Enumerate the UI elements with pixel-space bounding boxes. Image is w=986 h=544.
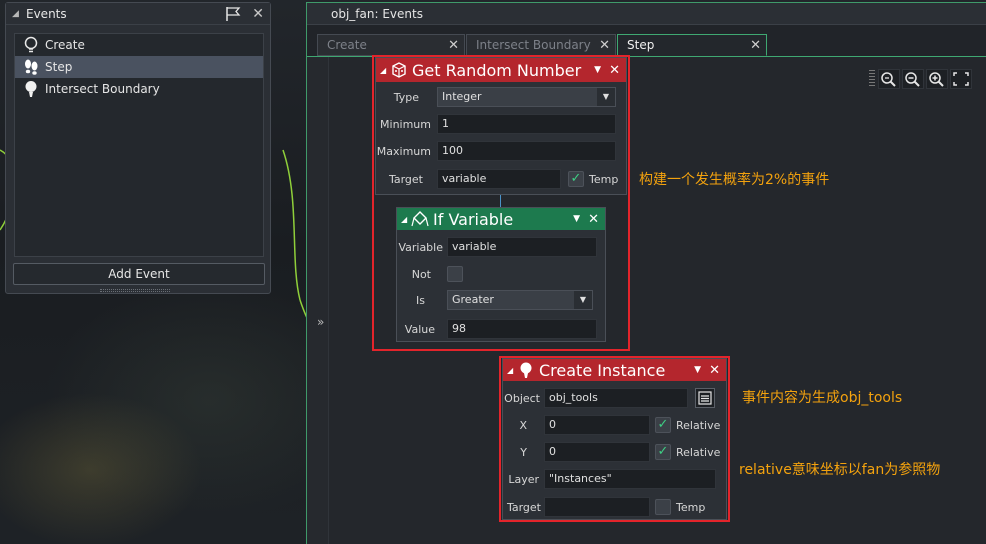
close-icon[interactable]: ✕ [750, 38, 761, 53]
event-item-label: Create [45, 38, 85, 52]
zoom-in-icon[interactable] [926, 69, 948, 89]
tab-step[interactable]: Step ✕ [617, 34, 767, 56]
toolbox-strip[interactable]: » [307, 57, 329, 544]
fit-screen-icon[interactable] [950, 69, 972, 89]
lightbulb-icon [24, 36, 38, 53]
close-icon[interactable]: ✕ [448, 38, 459, 53]
event-item-label: Intersect Boundary [45, 82, 160, 96]
annotation-relative: relative意味坐标以fan为参照物 [739, 462, 941, 478]
event-item-intersect-boundary[interactable]: Intersect Boundary [15, 78, 263, 100]
tab-create[interactable]: Create ✕ [317, 34, 465, 56]
flag-icon[interactable] [224, 6, 242, 22]
zoom-toolbar [869, 69, 974, 89]
close-icon[interactable]: ✕ [252, 6, 264, 22]
add-event-button[interactable]: Add Event [13, 263, 265, 285]
highlight-box-random [372, 55, 630, 351]
event-list: Create Step Intersect Boundary [14, 33, 264, 257]
zoom-reset-icon[interactable] [878, 69, 900, 89]
events-panel-header: ◢ Events ✕ [6, 3, 270, 25]
tab-label: Intersect Boundary [476, 38, 591, 52]
events-panel: ◢ Events ✕ Create Step Intersect Boundar… [5, 2, 271, 294]
annotation-probability: 构建一个发生概率为2%的事件 [639, 172, 830, 188]
bulb-pin-icon [25, 81, 37, 97]
expand-icon[interactable]: » [317, 315, 324, 329]
tab-label: Step [627, 38, 655, 52]
events-panel-title: Events [26, 6, 67, 21]
event-item-step[interactable]: Step [15, 56, 263, 78]
event-tabbar: Create ✕ Intersect Boundary ✕ Step ✕ [317, 34, 768, 56]
editor-title: obj_fan: Events [307, 3, 986, 25]
collapse-icon[interactable]: ◢ [12, 9, 26, 19]
close-icon[interactable]: ✕ [599, 38, 610, 53]
zoom-out-icon[interactable] [902, 69, 924, 89]
highlight-box-create [499, 356, 730, 522]
resize-grip[interactable] [100, 289, 170, 292]
tab-intersect-boundary[interactable]: Intersect Boundary ✕ [466, 34, 616, 56]
event-item-label: Step [45, 60, 73, 74]
event-item-create[interactable]: Create [15, 34, 263, 56]
footsteps-icon [25, 59, 38, 75]
tab-label: Create [327, 38, 367, 52]
drag-handle[interactable] [869, 70, 875, 88]
annotation-create-tools: 事件内容为生成obj_tools [742, 390, 903, 406]
